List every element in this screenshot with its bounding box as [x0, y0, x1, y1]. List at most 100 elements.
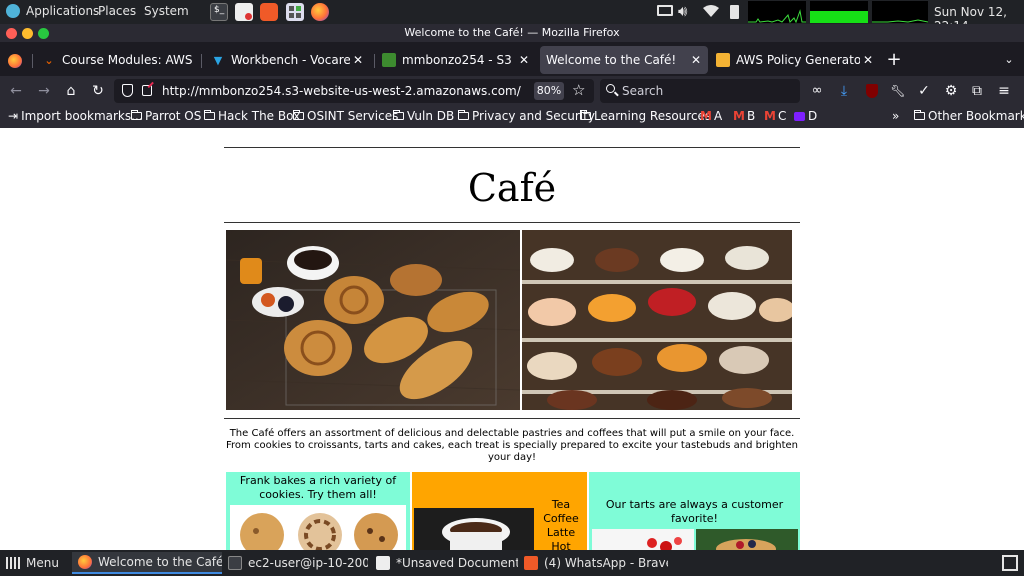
bookmark-folder-other[interactable]: Other Bookmarks [914, 109, 1024, 123]
tab-course-modules[interactable]: ⌄ Course Modules: AWS re/ [36, 46, 196, 74]
tab-workbench-vocareum[interactable]: ▼ Workbench - Vocareum ✕ [205, 46, 370, 74]
search-box[interactable] [600, 79, 800, 103]
firefox-view-icon[interactable] [8, 54, 22, 68]
text-editor-icon [376, 556, 390, 570]
bookmark-folder-parrot-os[interactable]: Parrot OS [131, 109, 201, 123]
insecure-lock-icon[interactable] [142, 81, 154, 96]
task-firefox-cafe[interactable]: Welcome to the Café! ... [72, 552, 222, 574]
tab-bar: ⌄ Course Modules: AWS re/ ▼ Workbench - … [0, 42, 1024, 76]
list-all-tabs-icon[interactable]: ⌄ [1000, 50, 1018, 70]
gmail-icon: M [733, 109, 745, 123]
home-icon[interactable]: ⌂ [61, 81, 81, 101]
workspace-switcher-icon[interactable] [1002, 555, 1018, 571]
parrot-logo-icon[interactable] [6, 4, 20, 18]
close-tab-icon[interactable]: ✕ [860, 53, 876, 67]
text-editor-launcher-icon[interactable] [235, 3, 253, 21]
ublock-origin-icon[interactable] [862, 81, 882, 101]
window-titlebar[interactable]: Welcome to the Café! — Mozilla Firefox [0, 24, 1024, 42]
tab-label: AWS Policy Generator [736, 53, 860, 67]
task-brave-whatsapp[interactable]: (4) WhatsApp - Brave [518, 552, 668, 574]
url-text[interactable]: http://mmbonzo254.s3-website-us-west-2.a… [162, 84, 521, 98]
bookmark-import[interactable]: ⇥ Import bookmarks... [8, 109, 143, 123]
zoom-level-button[interactable]: 80% [534, 82, 564, 100]
bookmark-gmail-a[interactable]: MA [700, 109, 722, 123]
bookmarks-toolbar: ⇥ Import bookmarks... Parrot OS Hack The… [0, 106, 1024, 128]
bookmark-label: OSINT Services [307, 109, 399, 123]
close-tab-icon[interactable]: ✕ [688, 53, 704, 67]
bookmark-folder-learning-resources[interactable]: Learning Resources [580, 109, 711, 123]
drink-item: Latte [546, 526, 576, 539]
places-menu[interactable]: Places [98, 4, 136, 18]
drink-item: Coffee [543, 512, 579, 525]
close-tab-icon[interactable]: ✕ [516, 53, 532, 67]
bookmarks-overflow-chevron-icon[interactable]: » [892, 109, 899, 123]
cookies-photo [230, 505, 406, 550]
bookmark-folder-vuln-db[interactable]: Vuln DB [393, 109, 454, 123]
shield-icon[interactable] [122, 84, 133, 97]
downloads-icon[interactable]: ⤓ [834, 81, 854, 101]
aws-box-icon [716, 53, 730, 67]
bookmark-label: A [713, 109, 723, 123]
bottom-taskbar: Menu Welcome to the Café! ... ec2-user@i… [0, 550, 1024, 576]
folder-icon [293, 110, 304, 120]
system-menu[interactable]: System [144, 4, 189, 18]
bookmark-star-icon[interactable]: ☆ [572, 81, 585, 99]
tarts-text: Our tarts are always a customer favorite… [605, 498, 784, 525]
brave-icon [524, 556, 538, 570]
window-title: Welcome to the Café! — Mozilla Firefox [404, 26, 620, 39]
new-tab-icon[interactable]: + [884, 50, 904, 70]
task-text-editor[interactable]: *Unsaved Document 1 -... [370, 552, 518, 574]
gear-icon[interactable]: ⚙ [941, 81, 961, 101]
search-input[interactable] [622, 82, 792, 100]
cookies-column: Frank bakes a rich variety of cookies. T… [226, 472, 410, 550]
bookmark-folder-privacy-security[interactable]: Privacy and Security [458, 109, 595, 123]
canvas-icon: ⌄ [44, 53, 54, 67]
back-arrow-icon[interactable]: ← [6, 81, 26, 101]
display-icon[interactable] [657, 5, 673, 16]
bookmark-label: Other Bookmarks [928, 109, 1024, 123]
horizontal-rule [224, 147, 800, 148]
bookmark-label: D [808, 109, 818, 123]
applications-menu[interactable]: Applications [26, 4, 99, 18]
gmail-icon: M [764, 109, 776, 123]
navigation-toolbar: ← → ⌂ ↻ http://mmbonzo254.s3-website-us-… [0, 76, 1024, 106]
strawberry-tart-photo [592, 529, 694, 550]
task-label: *Unsaved Document 1 -... [396, 556, 518, 570]
task-terminal-ec2[interactable]: ec2-user@ip-10-200-... [222, 552, 368, 574]
forward-arrow-icon[interactable]: → [34, 81, 54, 101]
web-page-content[interactable]: Café The Café offers an assortment of de… [0, 128, 1024, 550]
tab-welcome-cafe[interactable]: Welcome to the Café! ✕ [540, 46, 708, 74]
bookmark-yahoo-d[interactable]: D [794, 109, 817, 123]
extensions-puzzle-icon[interactable]: ⧉ [967, 81, 987, 101]
brave-launcher-icon[interactable] [260, 3, 278, 21]
folder-icon [131, 110, 142, 120]
calculator-launcher-icon[interactable] [286, 3, 304, 21]
cakes-display-photo [522, 230, 792, 410]
check-circle-icon[interactable]: ✓ [914, 81, 934, 101]
bookmark-label: B [746, 109, 756, 123]
start-menu-button[interactable]: Menu [0, 552, 68, 574]
reload-icon[interactable]: ↻ [88, 81, 108, 101]
volume-icon[interactable]: 🔊︎ [678, 2, 687, 20]
wifi-icon[interactable] [703, 4, 719, 18]
url-bar[interactable]: http://mmbonzo254.s3-website-us-west-2.a… [114, 79, 594, 103]
tab-aws-policy-generator[interactable]: AWS Policy Generator ✕ [710, 46, 880, 74]
bookmark-gmail-b[interactable]: MB [733, 109, 755, 123]
terminal-launcher-icon[interactable]: $_ [210, 3, 228, 21]
bookmark-folder-osint-services[interactable]: OSINT Services [293, 109, 398, 123]
battery-icon[interactable] [730, 5, 739, 19]
hamburger-menu-icon[interactable]: ≡ [994, 81, 1014, 101]
terminal-icon [228, 556, 242, 570]
bookmark-gmail-c[interactable]: MC [764, 109, 786, 123]
bookmark-folder-hack-the-box[interactable]: Hack The Box [204, 109, 300, 123]
folder-icon [458, 110, 469, 120]
folder-icon [393, 110, 404, 120]
system-monitor-graph [748, 1, 929, 24]
private-mask-icon[interactable]: ∞ [807, 81, 827, 101]
vocareum-icon: ▼ [213, 53, 223, 67]
drink-item: Tea [551, 498, 571, 511]
tab-s3-bucket[interactable]: mmbonzo254 - S3 bucket ✕ [376, 46, 536, 74]
firefox-launcher-icon[interactable] [311, 3, 329, 21]
wrench-icon[interactable]: 🔧︎ [888, 81, 908, 101]
close-tab-icon[interactable]: ✕ [350, 53, 366, 67]
